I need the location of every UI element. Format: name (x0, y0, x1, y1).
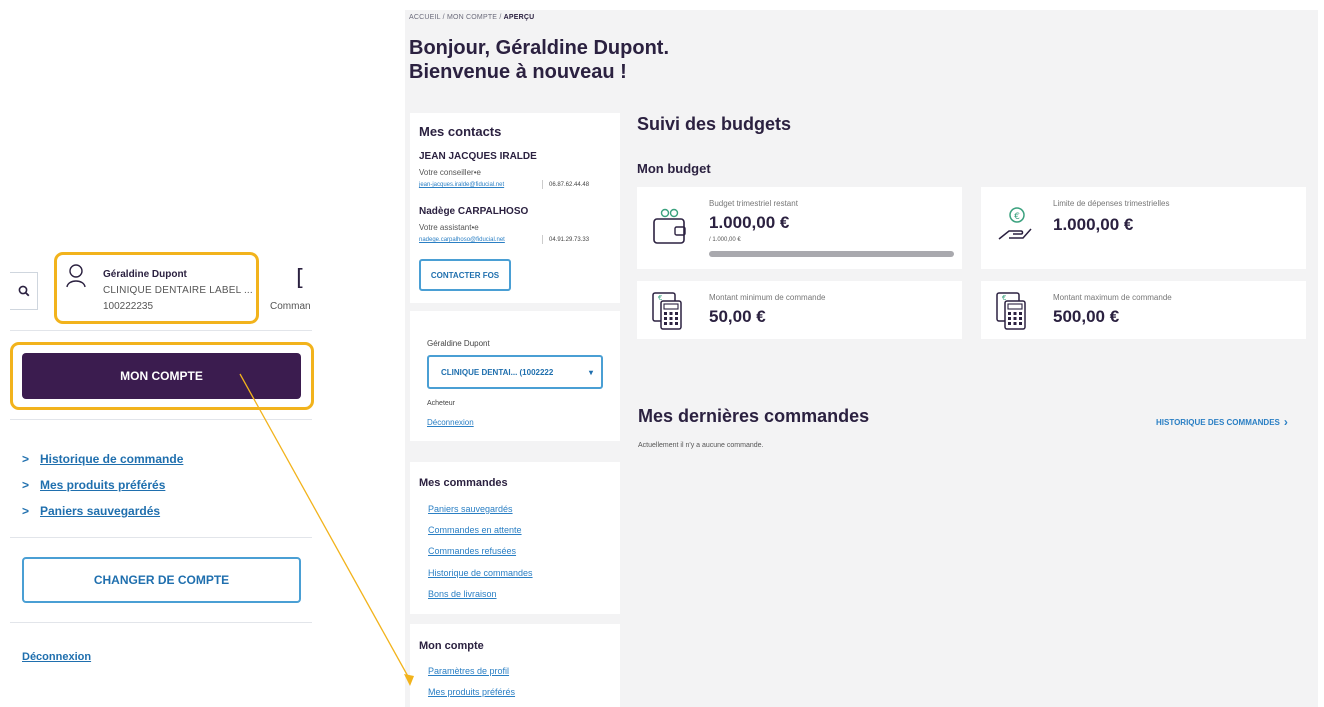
account-switch-panel: Géraldine Dupont CLINIQUE DENTAI... (100… (410, 311, 620, 441)
logout-link[interactable]: Déconnexion (427, 418, 474, 427)
account-overview-page: ACCUEIL / MON COMPTE / APERÇU Bonjour, G… (405, 10, 1318, 707)
contact-name: Nadège CARPALHOSO (419, 206, 529, 217)
breadcrumb-current: APERÇU (503, 14, 535, 21)
budget-card: € Montant maximum de commande 500,00 € (981, 281, 1306, 339)
budget-label: Limite de dépenses trimestrielles (1053, 199, 1170, 208)
budget-value: 1.000,00 € (1053, 215, 1134, 234)
calculator-icon: € (996, 292, 1026, 330)
budget-value: 50,00 € (709, 307, 766, 326)
orders-icon[interactable]: [ (296, 266, 305, 291)
divider (10, 330, 312, 331)
switch-account-button[interactable]: CHANGER DE COMPTE (22, 557, 301, 603)
budget-card: Budget trimestriel restant 1.000,00 € / … (637, 187, 962, 269)
chevron-down-icon: ▾ (588, 368, 593, 377)
orders-label[interactable]: Comman (270, 301, 311, 312)
orders-nav-title: Mes commandes (419, 477, 508, 489)
contact-role: Votre assistant•e (419, 223, 479, 232)
my-budget-title: Mon budget (637, 161, 711, 176)
nav-delivery-notes[interactable]: Bons de livraison (428, 589, 497, 599)
search-button[interactable] (10, 272, 38, 310)
budgets-title: Suivi des budgets (637, 114, 792, 134)
orders-nav-panel: Mes commandes Paniers sauvegardés Comman… (410, 462, 620, 614)
svg-text:€: € (1002, 294, 1006, 302)
chevron-right-icon: > (22, 452, 30, 466)
logout-link[interactable]: Déconnexion (22, 651, 91, 663)
wallet-icon (653, 208, 686, 244)
user-name: Géraldine Dupont (103, 269, 187, 280)
separator (542, 235, 543, 244)
account-nav-title: Mon compte (419, 640, 484, 652)
contact-name: JEAN JACQUES IRALDE (419, 151, 537, 162)
contact-email[interactable]: jean-jacques.iralde@fiducial.net (419, 182, 504, 188)
user-company: CLINIQUE DENTAIRE LABEL ... (103, 285, 253, 296)
budget-total: / 1.000,00 € (709, 237, 741, 243)
breadcrumb-home[interactable]: ACCUEIL (409, 14, 440, 21)
svg-text:€: € (658, 294, 662, 302)
chevron-right-icon: › (1283, 415, 1288, 429)
my-account-button[interactable]: MON COMPTE (22, 353, 301, 399)
nav-profile-settings[interactable]: Paramètres de profil (428, 666, 509, 676)
recent-orders-title: Mes dernières commandes (638, 406, 870, 426)
breadcrumb-account[interactable]: MON COMPTE (447, 14, 497, 21)
user-account-card[interactable]: Géraldine Dupont CLINIQUE DENTAIRE LABEL… (54, 252, 259, 324)
user-account-id: 100222235 (103, 301, 154, 312)
mobile-account-menu: Géraldine Dupont CLINIQUE DENTAIRE LABEL… (0, 0, 330, 707)
account-nav-panel: Mon compte Paramètres de profil Mes prod… (410, 624, 620, 707)
link-saved-carts[interactable]: > Paniers sauvegardés (22, 498, 183, 524)
account-select[interactable]: CLINIQUE DENTAI... (1002222 ▾ (427, 355, 603, 389)
contact-role: Votre conseiller•e (419, 168, 481, 177)
link-favorite-products[interactable]: > Mes produits préférés (22, 472, 183, 498)
breadcrumb: ACCUEIL / MON COMPTE / APERÇU (409, 14, 535, 21)
switch-user-name: Géraldine Dupont (427, 339, 490, 348)
chevron-right-icon: > (22, 504, 30, 518)
nav-order-history[interactable]: Historique de commandes (428, 568, 533, 578)
empty-orders-message: Actuellement il n'y a aucune commande. (638, 442, 764, 449)
divider (10, 537, 312, 538)
contact-phone: 04.91.29.73.33 (549, 237, 590, 243)
nav-favorite-products[interactable]: Mes produits préférés (428, 687, 515, 697)
link-order-history[interactable]: > Historique de commande (22, 446, 183, 472)
account-links: > Historique de commande > Mes produits … (22, 446, 183, 524)
divider (10, 622, 312, 623)
budget-progress-fill (709, 251, 954, 257)
nav-saved-carts[interactable]: Paniers sauvegardés (428, 504, 513, 514)
budget-label: Budget trimestriel restant (709, 199, 798, 208)
svg-text:€: € (1014, 212, 1020, 222)
hand-coin-icon: € (998, 207, 1032, 240)
budget-value: 1.000,00 € (709, 213, 790, 232)
order-history-link[interactable]: HISTORIQUE DES COMMANDES › (1156, 415, 1288, 429)
divider (10, 419, 312, 420)
nav-refused-orders[interactable]: Commandes refusées (428, 546, 516, 556)
user-role: Acheteur (427, 400, 456, 407)
contact-phone: 06.87.62.44.48 (549, 182, 590, 188)
chevron-right-icon: > (22, 478, 30, 492)
budget-card: € Montant minimum de commande 50,00 € (637, 281, 962, 339)
nav-pending-orders[interactable]: Commandes en attente (428, 525, 522, 535)
separator (542, 180, 543, 189)
user-icon (66, 264, 86, 288)
contact-fos-button[interactable]: CONTACTER FOS (419, 259, 511, 291)
search-icon (18, 285, 29, 297)
contact-email[interactable]: nadege.carpalhoso@fiducial.net (419, 237, 505, 243)
contacts-title: Mes contacts (419, 124, 502, 139)
budget-card: € Limite de dépenses trimestrielles 1.00… (981, 187, 1306, 269)
budget-value: 500,00 € (1053, 307, 1120, 326)
budget-progress-bar (709, 251, 954, 257)
budget-label: Montant maximum de commande (1053, 293, 1172, 302)
page-title: Bonjour, Géraldine Dupont. Bienvenue à n… (409, 37, 669, 83)
calculator-icon: € (652, 292, 682, 330)
budget-label: Montant minimum de commande (709, 293, 826, 302)
contacts-panel: Mes contacts JEAN JACQUES IRALDE Votre c… (410, 113, 620, 303)
